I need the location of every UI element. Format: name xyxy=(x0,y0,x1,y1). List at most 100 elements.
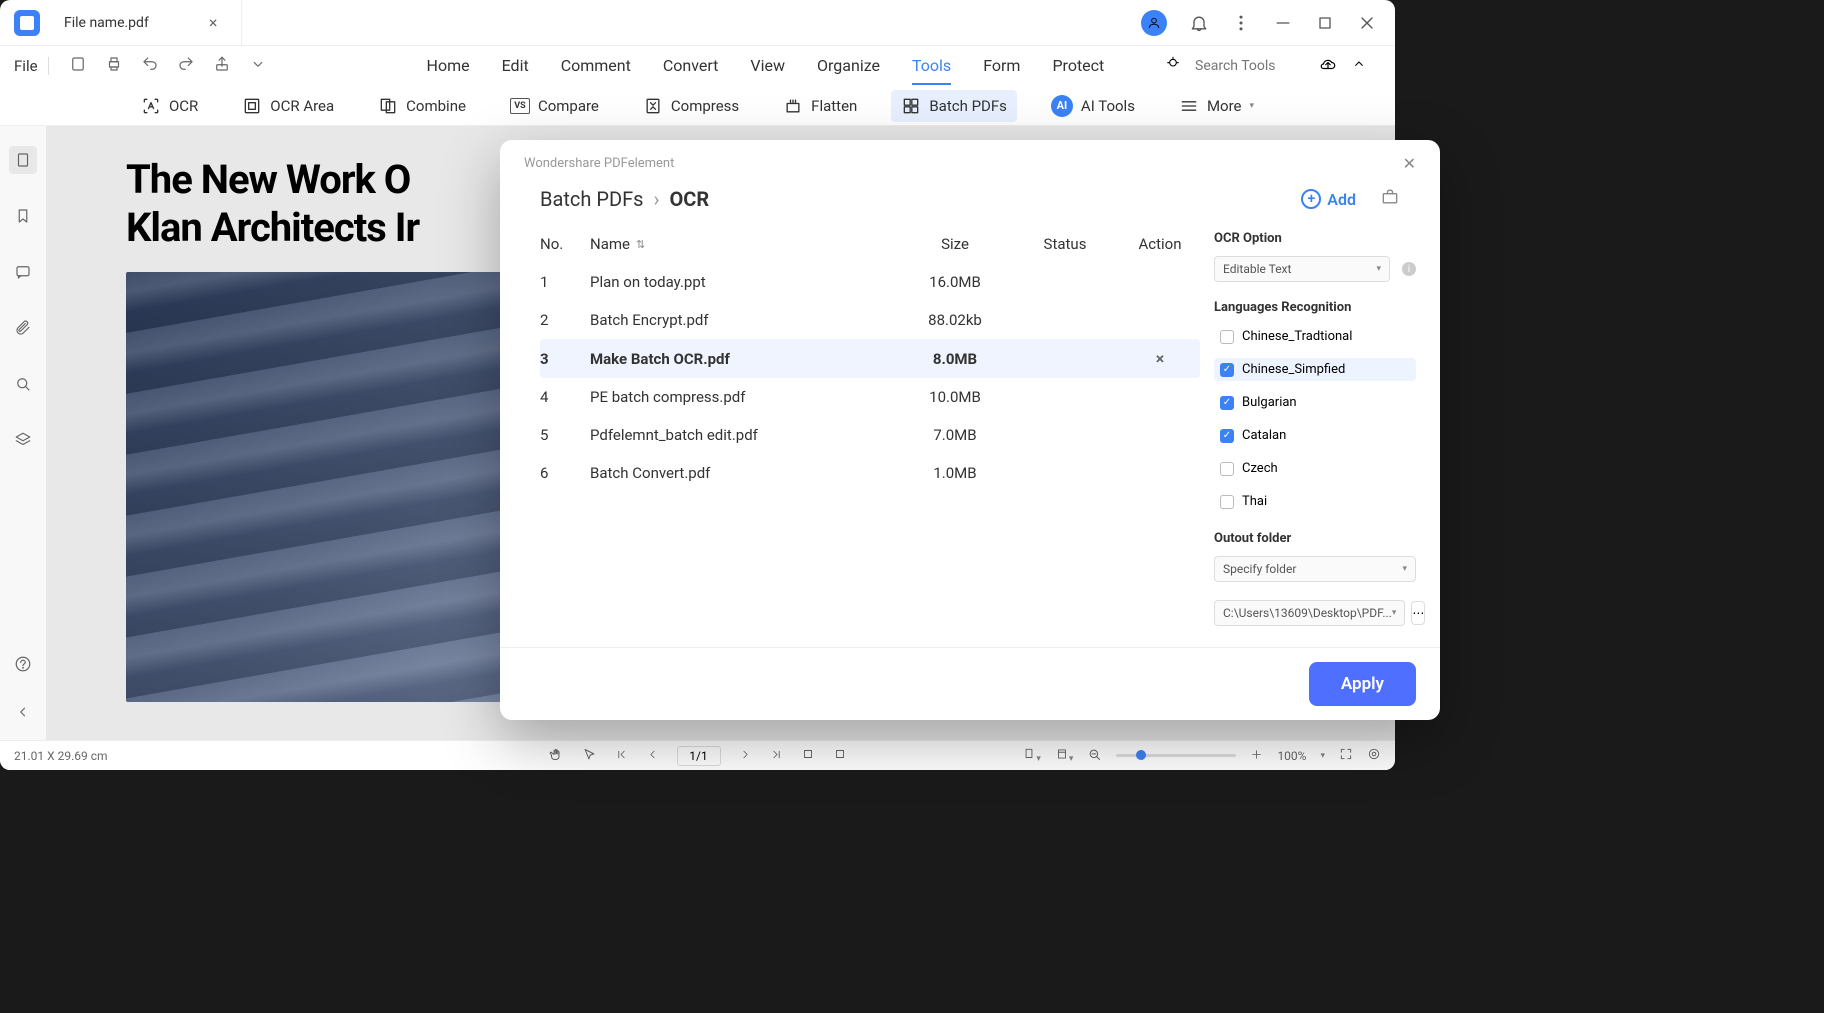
first-page-icon[interactable] xyxy=(615,748,628,764)
sidebar-attachments[interactable] xyxy=(9,314,37,342)
fit-page-icon[interactable]: ▾ xyxy=(1055,747,1074,764)
checkbox[interactable] xyxy=(1220,396,1234,410)
language-item[interactable]: Chinese_Tradtional xyxy=(1214,325,1416,348)
rotate-left-icon[interactable] xyxy=(801,747,815,764)
save-icon[interactable] xyxy=(69,55,87,77)
print-icon[interactable] xyxy=(105,55,123,77)
dialog-close-icon[interactable]: ✕ xyxy=(1403,154,1416,173)
read-mode-icon[interactable] xyxy=(1367,747,1381,764)
redo-icon[interactable] xyxy=(177,55,195,77)
tool-combine-label: Combine xyxy=(406,97,466,115)
tool-ocr-area[interactable]: OCR Area xyxy=(232,90,344,122)
tab-organize[interactable]: Organize xyxy=(817,48,880,85)
tab-form[interactable]: Form xyxy=(983,48,1020,85)
zoom-in-icon[interactable] xyxy=(1250,748,1263,764)
browse-button[interactable]: ⋯ xyxy=(1411,601,1425,625)
select-tool-icon[interactable] xyxy=(582,747,597,765)
sidebar-thumbnails[interactable] xyxy=(9,146,37,174)
col-name[interactable]: Name⇅ xyxy=(590,235,900,253)
checkbox[interactable] xyxy=(1220,330,1234,344)
file-menu[interactable]: File xyxy=(14,57,49,75)
close-tab-icon[interactable]: × xyxy=(209,13,218,32)
rotate-right-icon[interactable] xyxy=(833,747,847,764)
table-row[interactable]: 3Make Batch OCR.pdf8.0MB× xyxy=(540,339,1200,378)
tool-compare[interactable]: VS Compare xyxy=(500,91,609,121)
file-list: No. Name⇅ Size Status Action 1Plan on to… xyxy=(500,211,1200,647)
dialog-app-title: Wondershare PDFelement xyxy=(524,156,674,171)
sidebar-comments[interactable] xyxy=(9,258,37,286)
dropdown-icon[interactable] xyxy=(249,55,267,77)
languages-label: Languages Recognition xyxy=(1214,300,1416,315)
language-item[interactable]: Thai xyxy=(1214,490,1416,513)
prev-page-icon[interactable] xyxy=(646,748,659,764)
col-action: Action xyxy=(1120,235,1200,253)
bell-icon[interactable] xyxy=(1189,13,1209,33)
remove-row-icon[interactable]: × xyxy=(1156,349,1165,368)
tool-batch-pdfs[interactable]: Batch PDFs xyxy=(891,90,1017,122)
hand-tool-icon[interactable] xyxy=(549,747,564,765)
cloud-upload-icon[interactable] xyxy=(1319,55,1337,77)
apply-button[interactable]: Apply xyxy=(1309,662,1416,706)
table-row[interactable]: 6Batch Convert.pdf1.0MB xyxy=(540,454,1200,492)
next-page-icon[interactable] xyxy=(739,748,752,764)
checkbox[interactable] xyxy=(1220,363,1234,377)
kebab-menu-icon[interactable] xyxy=(1231,13,1251,33)
last-page-icon[interactable] xyxy=(770,748,783,764)
document-tab[interactable]: File name.pdf × xyxy=(40,0,242,46)
toolbox-icon[interactable] xyxy=(1380,187,1400,211)
page-input[interactable] xyxy=(677,746,721,766)
info-icon[interactable]: i xyxy=(1402,262,1416,276)
chevron-up-icon[interactable] xyxy=(1351,56,1367,76)
tool-ocr[interactable]: OCR xyxy=(131,90,208,122)
batch-dialog: Wondershare PDFelement ✕ Batch PDFs › OC… xyxy=(500,140,1440,720)
tab-home[interactable]: Home xyxy=(427,48,470,85)
sidebar-help[interactable] xyxy=(9,650,37,678)
table-row[interactable]: 1Plan on today.ppt16.0MB xyxy=(540,263,1200,301)
checkbox[interactable] xyxy=(1220,429,1234,443)
sidebar-layers[interactable] xyxy=(9,426,37,454)
table-row[interactable]: 2Batch Encrypt.pdf88.02kb xyxy=(540,301,1200,339)
tab-tools[interactable]: Tools xyxy=(912,48,951,85)
language-item[interactable]: Bulgarian xyxy=(1214,391,1416,414)
tool-compress[interactable]: Compress xyxy=(633,90,749,122)
tool-combine[interactable]: Combine xyxy=(368,90,476,122)
language-item[interactable]: Czech xyxy=(1214,457,1416,480)
language-item[interactable]: Chinese_Simpfied xyxy=(1214,358,1416,381)
user-avatar[interactable] xyxy=(1141,10,1167,36)
maximize-icon[interactable] xyxy=(1315,13,1335,33)
close-window-icon[interactable] xyxy=(1357,13,1377,33)
output-path-select[interactable]: C:\Users\13609\Desktop\PDF...▾ xyxy=(1214,600,1405,626)
share-icon[interactable] xyxy=(213,55,231,77)
tool-flatten[interactable]: Flatten xyxy=(773,90,867,122)
fit-width-icon[interactable]: ▾ xyxy=(1022,747,1041,764)
minimize-icon[interactable] xyxy=(1273,13,1293,33)
sidebar-collapse[interactable] xyxy=(9,698,37,726)
add-file-button[interactable]: + Add xyxy=(1301,189,1356,209)
tab-comment[interactable]: Comment xyxy=(561,48,631,85)
undo-icon[interactable] xyxy=(141,55,159,77)
checkbox[interactable] xyxy=(1220,495,1234,509)
table-row[interactable]: 4PE batch compress.pdf10.0MB xyxy=(540,378,1200,416)
tab-convert[interactable]: Convert xyxy=(663,48,719,85)
plus-circle-icon: + xyxy=(1301,189,1321,209)
search-input[interactable] xyxy=(1195,58,1305,74)
tool-more[interactable]: More ▾ xyxy=(1169,90,1264,122)
tab-edit[interactable]: Edit xyxy=(502,48,529,85)
tab-view[interactable]: View xyxy=(750,48,785,85)
zoom-slider[interactable] xyxy=(1116,754,1236,757)
fullscreen-icon[interactable] xyxy=(1339,747,1353,764)
zoom-value[interactable]: 100% xyxy=(1277,749,1306,763)
checkbox[interactable] xyxy=(1220,462,1234,476)
sidebar-search[interactable] xyxy=(9,370,37,398)
breadcrumb-root[interactable]: Batch PDFs xyxy=(540,187,643,211)
tool-ai-tools[interactable]: AI AI Tools xyxy=(1041,89,1145,123)
left-sidebar xyxy=(0,126,46,740)
tab-protect[interactable]: Protect xyxy=(1052,48,1104,85)
output-mode-select[interactable]: Specify folder▾ xyxy=(1214,556,1416,582)
sidebar-bookmarks[interactable] xyxy=(9,202,37,230)
chevron-down-icon: ▾ xyxy=(1250,101,1255,111)
zoom-out-icon[interactable] xyxy=(1087,747,1102,765)
ocr-option-select[interactable]: Editable Text▾ xyxy=(1214,256,1390,282)
table-row[interactable]: 5Pdfelemnt_batch edit.pdf7.0MB xyxy=(540,416,1200,454)
language-item[interactable]: Catalan xyxy=(1214,424,1416,447)
